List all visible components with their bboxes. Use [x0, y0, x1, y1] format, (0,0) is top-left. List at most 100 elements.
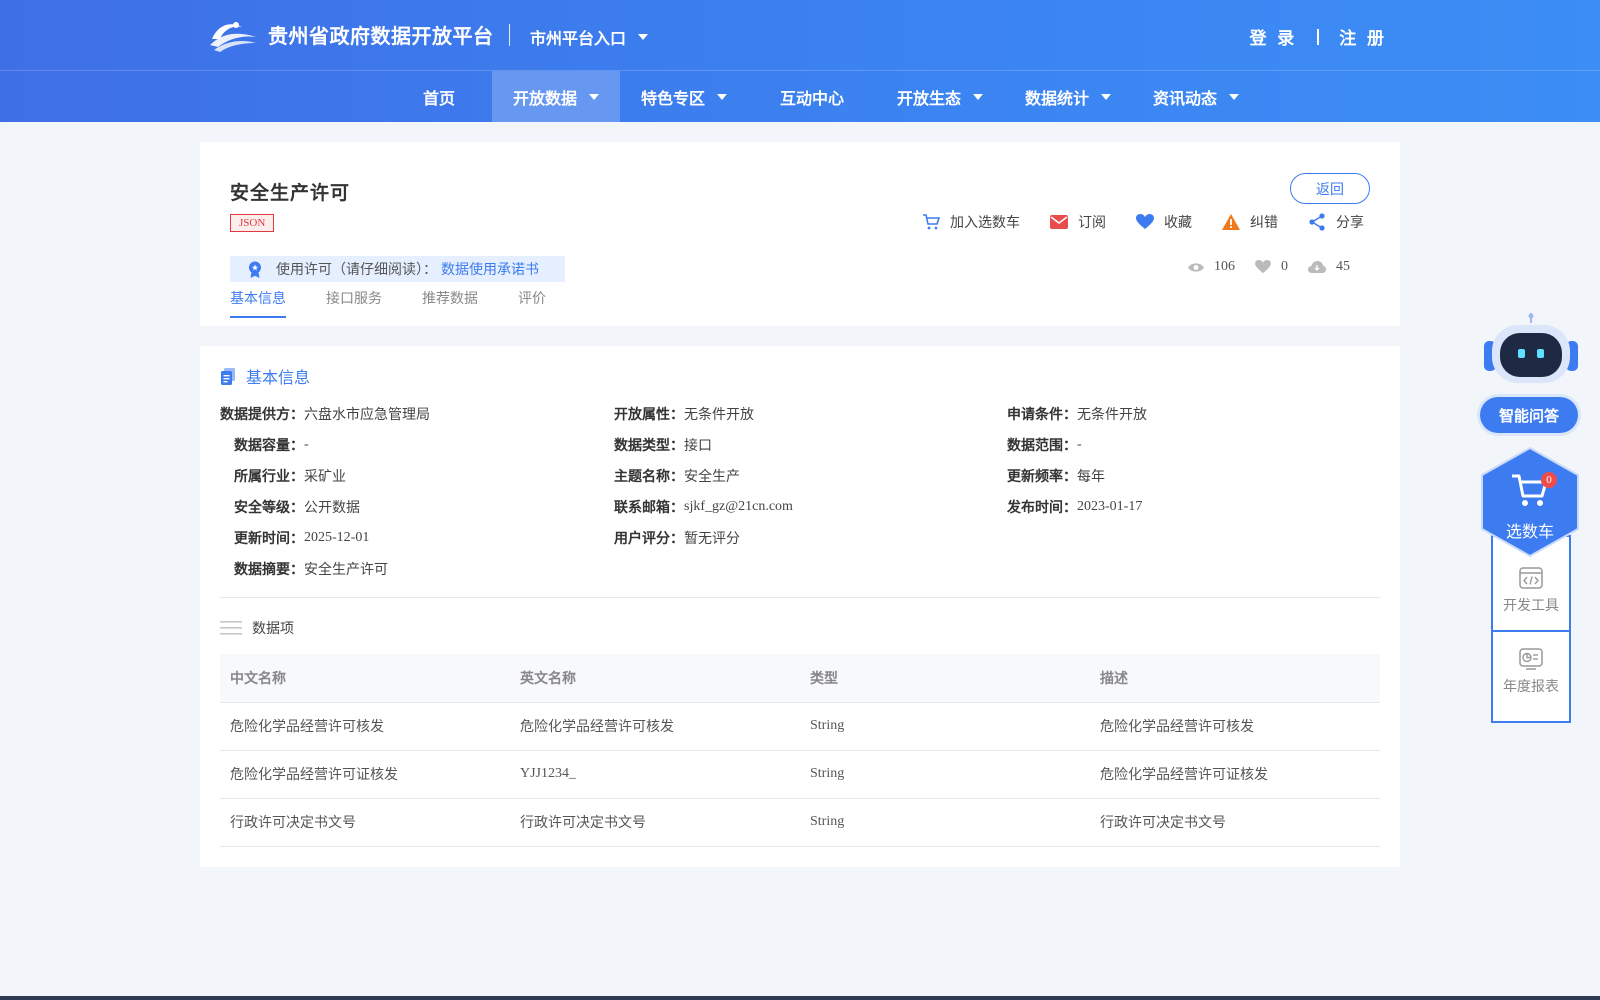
chevron-down-icon [1229, 93, 1239, 100]
nav-item-interaction-center[interactable]: 互动中心 [748, 71, 876, 122]
platform-logo-icon[interactable] [208, 17, 258, 53]
info-field: 更新频率： 每年 [1007, 460, 1380, 491]
city-entry-label: 市州平台入口 [530, 31, 627, 48]
dataset-actions: 加入选数车 订阅 收藏 纠错 分享 [892, 212, 1364, 232]
field-value: 每年 [1077, 469, 1105, 485]
login-link[interactable]: 登 录 [1250, 24, 1298, 49]
favorite-label: 收藏 [1164, 214, 1192, 230]
cart-icon [923, 214, 940, 230]
info-field: 开放属性： 无条件开放 [614, 398, 1007, 429]
downloads-stat: 45 [1308, 259, 1350, 275]
nav-item-news[interactable]: 资讯动态 [1132, 71, 1260, 122]
site-title[interactable]: 贵州省政府数据开放平台 [268, 20, 494, 49]
field-key: 主题名称： [614, 467, 684, 484]
downloads-count: 45 [1336, 259, 1350, 274]
add-to-cart-label: 加入选数车 [950, 214, 1020, 230]
basic-info-card: 基本信息 数据提供方： 六盘水市应急管理局 开放属性： 无条件开放 申请条件： 无条件… [200, 346, 1400, 867]
field-value: - [1077, 436, 1082, 452]
chevron-down-icon [973, 93, 983, 100]
tab-api-service[interactable]: 接口服务 [326, 288, 382, 318]
dataset-stats: 106 0 45 [1168, 259, 1350, 275]
list-icon [220, 621, 242, 635]
table-cell: 危险化学品经营许可核发 [510, 702, 800, 751]
data-cart-button[interactable]: 0 选数车 [1480, 446, 1580, 558]
field-key: 更新频率： [1007, 467, 1077, 484]
auth-divider [1317, 28, 1320, 45]
nav-label: 互动中心 [779, 90, 844, 108]
register-link[interactable]: 注 册 [1339, 24, 1387, 49]
contact-email: sjkf_gz@21cn.com [684, 498, 793, 514]
table-cell: 危险化学品经营许可证核发 [220, 750, 510, 799]
back-button[interactable]: 返回 [1290, 173, 1370, 204]
city-platform-entry[interactable]: 市州平台入口 [530, 25, 649, 49]
eye-icon [1188, 262, 1204, 272]
basic-info-heading: 基本信息 [220, 364, 310, 388]
info-field: 数据提供方： 六盘水市应急管理局 [220, 398, 614, 429]
table-cell: String [800, 750, 1090, 799]
chevron-down-icon [1101, 93, 1111, 100]
chevron-down-icon [589, 93, 599, 100]
field-key: 安全等级： [234, 498, 304, 515]
nav-item-open-data[interactable]: 开放数据 [492, 71, 620, 122]
report-error-button[interactable]: 纠错 [1222, 212, 1278, 232]
info-row: 安全等级： 公开数据 联系邮箱： sjkf_gz@21cn.com 发布时间： 202… [220, 491, 1380, 522]
favorite-button[interactable]: 收藏 [1136, 212, 1192, 232]
nav-item-open-ecosystem[interactable]: 开放生态 [876, 71, 1004, 122]
nav-label: 首页 [422, 90, 455, 108]
smart-qa-button[interactable]: 智能问答 [1480, 397, 1578, 433]
column-header: 中文名称 [220, 654, 510, 703]
cart-count-badge: 0 [1541, 472, 1557, 488]
table-cell: 危险化学品经营许可核发 [1090, 702, 1380, 751]
dev-tools-button[interactable]: 开发工具 [1493, 551, 1569, 630]
code-icon [1519, 566, 1543, 589]
heart-icon [1136, 214, 1154, 229]
award-icon [249, 261, 261, 278]
nav-item-featured-zone[interactable]: 特色专区 [620, 71, 748, 122]
license-agreement-link[interactable]: 数据使用承诺书 [441, 259, 539, 279]
info-row: 更新时间： 2025-12-01 用户评分： 暂无评分 [220, 522, 1380, 553]
info-field: 数据容量： - [220, 429, 614, 460]
cart-label: 选数车 [1505, 524, 1554, 541]
annual-report-button[interactable]: 年度报表 [1493, 630, 1569, 711]
info-field: 更新时间： 2025-12-01 [220, 522, 614, 553]
table-row: 危险化学品经营许可核发 危险化学品经营许可核发 String 危险化学品经营许可… [220, 702, 1380, 751]
header-divider [509, 24, 510, 46]
robot-assistant-icon[interactable] [1484, 313, 1578, 385]
floating-toolbar: 开发工具 年度报表 [1491, 535, 1571, 723]
chevron-down-icon [638, 34, 649, 40]
report-error-label: 纠错 [1250, 214, 1278, 230]
basic-info-title: 基本信息 [246, 370, 311, 387]
nav-label: 资讯动态 [1152, 90, 1217, 108]
share-button[interactable]: 分享 [1308, 212, 1364, 232]
likes-stat: 0 [1255, 259, 1288, 275]
nav-label: 数据统计 [1024, 90, 1089, 108]
tab-basic-info[interactable]: 基本信息 [230, 288, 286, 318]
nav-item-statistics[interactable]: 数据统计 [1004, 71, 1132, 122]
field-key: 更新时间： [234, 529, 304, 546]
field-key: 发布时间： [1007, 498, 1077, 515]
field-value: 公开数据 [304, 500, 360, 516]
nav-item-home[interactable]: 首页 [386, 71, 492, 122]
field-key: 所属行业： [234, 467, 304, 484]
info-grid: 数据提供方： 六盘水市应急管理局 开放属性： 无条件开放 申请条件： 无条件开放 数据… [220, 398, 1380, 584]
info-field: 所属行业： 采矿业 [220, 460, 614, 491]
info-field: 联系邮箱： sjkf_gz@21cn.com [614, 491, 1007, 522]
add-to-cart-button[interactable]: 加入选数车 [922, 212, 1020, 232]
info-row: 所属行业： 采矿业 主题名称： 安全生产 更新频率： 每年 [220, 460, 1380, 491]
subscribe-button[interactable]: 订阅 [1050, 212, 1106, 232]
warning-icon [1222, 214, 1240, 230]
license-notice: 使用许可（请仔细阅读）： 数据使用承诺书 [230, 256, 565, 282]
subscribe-label: 订阅 [1078, 214, 1106, 230]
report-chart-icon [1519, 647, 1543, 670]
tab-recommended-data[interactable]: 推荐数据 [422, 288, 478, 318]
info-field: 数据范围： - [1007, 429, 1380, 460]
table-cell: String [800, 702, 1090, 751]
field-key: 数据范围： [1007, 436, 1077, 453]
tab-reviews[interactable]: 评价 [518, 288, 546, 318]
footer-edge [0, 996, 1600, 1000]
field-value: 六盘水市应急管理局 [304, 407, 430, 423]
info-field: 安全等级： 公开数据 [220, 491, 614, 522]
field-value: 安全生产 [684, 469, 740, 485]
section-divider [220, 597, 1380, 598]
column-header: 英文名称 [510, 654, 800, 703]
